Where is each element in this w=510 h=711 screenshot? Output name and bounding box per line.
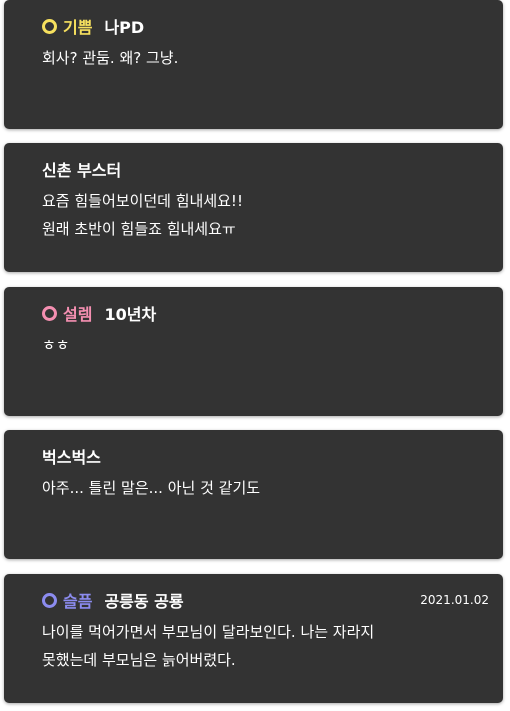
post-text: 나이를 먹어가면서 부모님이 달라보인다. 나는 자라지 못했는데 부모님은 늙… (42, 623, 375, 669)
mood-label: 설렘 (63, 305, 93, 324)
post-card[interactable]: 벅스벅스 아주... 틀린 말은... 아닌 것 같기도 (4, 430, 503, 559)
post-author: 나PD (104, 18, 145, 37)
post-card[interactable]: 기쁨 나PD 회사? 관둠. 왜? 그냥. (4, 0, 503, 129)
post-header: 기쁨 나PD (42, 14, 489, 38)
circle-outline-icon (42, 592, 57, 608)
mood-tag: 슬픔 (42, 588, 92, 612)
post-card[interactable]: 신촌 부스터 요즘 힘들어보이던데 힘내세요!! 원래 초반이 힘들죠 힘내세요… (4, 143, 503, 272)
post-card[interactable]: 설렘 10년차 ㅎㅎ (4, 287, 503, 416)
post-text: 회사? 관둠. 왜? 그냥. (42, 49, 179, 67)
post-author: 10년차 (104, 305, 157, 324)
post-header: 슬픔 공릉동 공룡 2021.01.02 (42, 588, 489, 612)
post-author: 공릉동 공룡 (104, 592, 184, 611)
circle-outline-icon (42, 18, 57, 34)
post-author: 벅스벅스 (42, 448, 101, 467)
mood-tag: 기쁨 (42, 14, 92, 38)
post-feed: 기쁨 나PD 회사? 관둠. 왜? 그냥. 신촌 부스터 요즘 힘들어보이던데 … (0, 0, 510, 711)
post-date: 2021.01.02 (420, 593, 489, 607)
mood-label: 슬픔 (63, 592, 93, 611)
mood-tag: 설렘 (42, 301, 92, 325)
circle-outline-icon (42, 305, 57, 321)
post-text: ㅎㅎ (42, 336, 70, 354)
mood-label: 기쁨 (63, 18, 93, 37)
post-header: 벅스벅스 (42, 444, 489, 468)
post-text: 아주... 틀린 말은... 아닌 것 같기도 (42, 479, 261, 497)
post-text: 요즘 힘들어보이던데 힘내세요!! 원래 초반이 힘들죠 힘내세요ㅠ (42, 192, 243, 238)
post-header: 신촌 부스터 (42, 157, 489, 181)
post-card[interactable]: 슬픔 공릉동 공룡 2021.01.02 나이를 먹어가면서 부모님이 달라보인… (4, 574, 503, 703)
post-header: 설렘 10년차 (42, 301, 489, 325)
post-author: 신촌 부스터 (42, 161, 122, 180)
